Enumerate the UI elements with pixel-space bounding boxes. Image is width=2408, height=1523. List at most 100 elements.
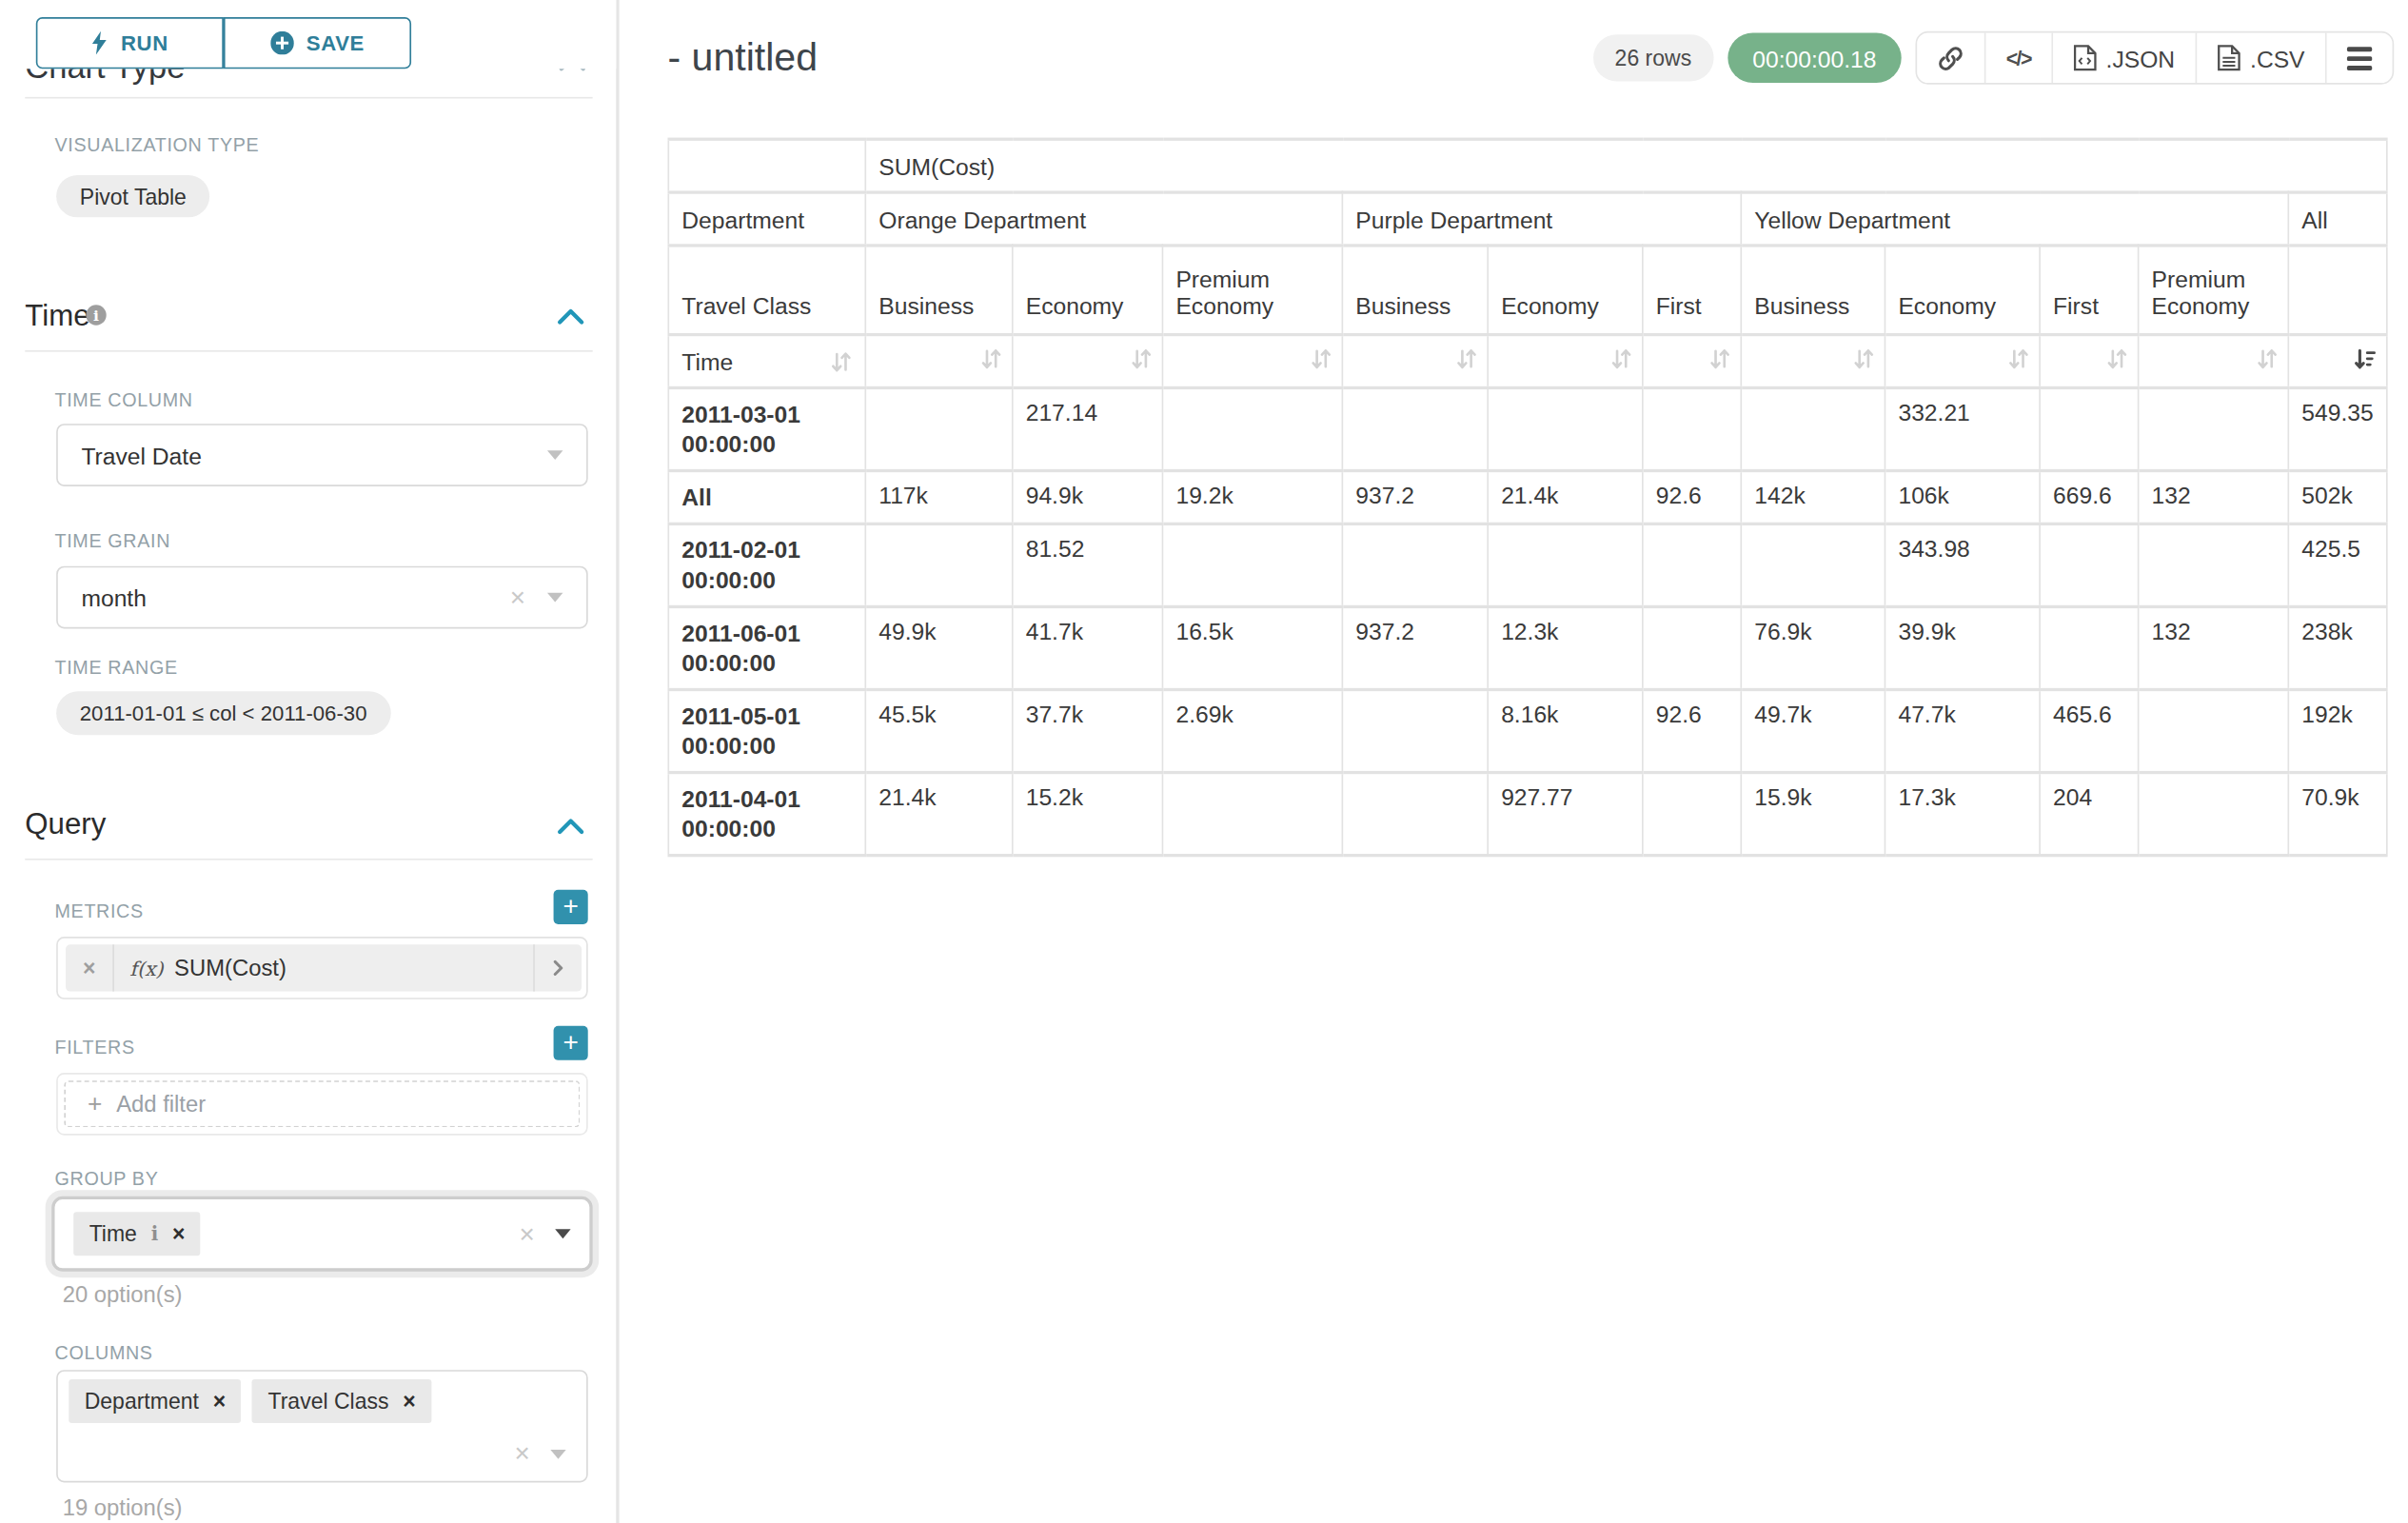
- time-collapse-chevron-icon[interactable]: [557, 308, 585, 326]
- remove-tag-icon[interactable]: ×: [213, 1389, 226, 1414]
- pivot-col-group-header: Yellow Department: [1741, 192, 2288, 246]
- pivot-value-cell: 12.3k: [1488, 606, 1643, 689]
- pivot-value-cell: 549.35: [2288, 387, 2387, 470]
- columns-tag-travel-class[interactable]: Travel Class ×: [252, 1379, 431, 1423]
- pivot-sort-cell: [1741, 335, 1885, 388]
- add-metric-button[interactable]: +: [554, 890, 588, 924]
- pivot-row-label: 2011-06-01 00:00:00: [668, 606, 865, 689]
- sort-icon[interactable]: [1709, 347, 1731, 371]
- pivot-value-cell: 669.6: [2040, 470, 2139, 524]
- remove-metric-icon[interactable]: ×: [66, 944, 112, 991]
- time-grain-select[interactable]: month ×: [56, 566, 588, 629]
- pivot-sort-cell: [2139, 335, 2289, 388]
- sort-icon[interactable]: [1311, 347, 1332, 371]
- pivot-row-dim-header: Department: [668, 192, 865, 246]
- sort-icon[interactable]: [1455, 347, 1477, 371]
- pivot-value-cell: 17.3k: [1885, 773, 2040, 856]
- export-csv-button[interactable]: .CSV: [2196, 32, 2325, 83]
- pivot-col-group-header: All: [2288, 192, 2387, 246]
- pivot-col-group-header: Orange Department: [865, 192, 1342, 246]
- pivot-col-header: Economy: [1885, 246, 2040, 335]
- pivot-data-row: 2011-06-01 00:00:0049.9k41.7k16.5k937.21…: [668, 606, 2386, 689]
- clear-icon[interactable]: ×: [520, 1220, 535, 1247]
- pivot-metric-header: SUM(Cost): [865, 139, 2386, 192]
- pivot-value-cell: [1488, 524, 1643, 606]
- clear-icon[interactable]: ×: [515, 1440, 530, 1467]
- sort-icon[interactable]: [1131, 347, 1153, 371]
- menu-button[interactable]: [2325, 32, 2393, 83]
- pivot-value-cell: 49.7k: [1741, 689, 1885, 772]
- columns-label: COLUMNS: [54, 1342, 152, 1364]
- sort-icon[interactable]: [2106, 347, 2128, 371]
- pivot-sort-cell: [865, 335, 1012, 388]
- pivot-corner-cell: [668, 139, 865, 192]
- visualization-type-value[interactable]: Pivot Table: [56, 175, 209, 217]
- pivot-row-axis-cell: Time: [668, 335, 865, 388]
- pivot-col-header: Economy: [1013, 246, 1163, 335]
- pivot-sort-cell: [1643, 335, 1741, 388]
- pivot-col-header: Premium Economy: [2139, 246, 2289, 335]
- group-by-select[interactable]: Time i × ×: [51, 1197, 592, 1272]
- pivot-sort-cell: [1488, 335, 1643, 388]
- pivot-col-header: First: [1643, 246, 1741, 335]
- sort-icon[interactable]: [1610, 347, 1632, 371]
- sort-desc-icon[interactable]: [2353, 347, 2377, 371]
- remove-tag-icon[interactable]: ×: [403, 1389, 415, 1414]
- sort-icon[interactable]: [830, 349, 852, 373]
- group-by-label: GROUP BY: [54, 1168, 158, 1190]
- pivot-value-cell: 37.7k: [1013, 689, 1163, 772]
- pivot-value-cell: [2040, 606, 2139, 689]
- pivot-row-dim-subheader: Travel Class: [668, 246, 865, 335]
- divider: [25, 350, 592, 352]
- time-range-value[interactable]: 2011-01-01 ≤ col < 2011-06-30: [56, 691, 390, 735]
- group-by-tag-time[interactable]: Time i ×: [73, 1212, 201, 1256]
- pivot-value-cell: 92.6: [1643, 689, 1741, 772]
- pivot-sort-cell: [1162, 335, 1342, 388]
- chevron-down-icon: [550, 1449, 565, 1458]
- pivot-value-cell: 41.7k: [1013, 606, 1163, 689]
- file-text-icon: [2218, 44, 2241, 72]
- pivot-row-label: 2011-04-01 00:00:00: [668, 773, 865, 856]
- embed-code-button[interactable]: </>: [1984, 32, 2051, 83]
- add-filter-dropzone[interactable]: + Add filter: [64, 1080, 580, 1127]
- pivot-value-cell: 15.2k: [1013, 773, 1163, 856]
- time-column-select[interactable]: Travel Date: [56, 424, 588, 486]
- columns-select[interactable]: Department × Travel Class × ×: [56, 1370, 588, 1482]
- pivot-value-cell: [1342, 387, 1488, 470]
- export-button-group: </> .JSON .CSV: [1915, 31, 2394, 85]
- sort-icon[interactable]: [1853, 347, 1875, 371]
- pivot-value-cell: [2040, 387, 2139, 470]
- group-by-options-hint: 20 option(s): [63, 1282, 183, 1307]
- chart-title[interactable]: - untitled: [667, 34, 818, 80]
- add-filter-button[interactable]: +: [554, 1026, 588, 1060]
- export-json-button[interactable]: .JSON: [2051, 32, 2195, 83]
- save-button[interactable]: SAVE: [224, 17, 411, 69]
- share-link-button[interactable]: [1917, 32, 1984, 83]
- filter-box: + Add filter: [56, 1073, 588, 1136]
- chevron-down-icon: [547, 450, 563, 460]
- pivot-value-cell: [1162, 524, 1342, 606]
- pivot-col-header: Business: [1741, 246, 1885, 335]
- sort-icon[interactable]: [2007, 347, 2029, 371]
- metric-pill[interactable]: × f(x) SUM(Cost): [66, 944, 582, 991]
- expand-metric-icon[interactable]: [535, 944, 582, 991]
- visualization-type-label: VISUALIZATION TYPE: [54, 134, 259, 156]
- code-icon: </>: [2006, 46, 2031, 69]
- pivot-value-cell: 106k: [1885, 470, 2040, 524]
- pivot-value-cell: 343.98: [1885, 524, 2040, 606]
- columns-tag-department[interactable]: Department ×: [69, 1379, 241, 1423]
- pivot-value-cell: 217.14: [1013, 387, 1163, 470]
- pivot-value-cell: 142k: [1741, 470, 1885, 524]
- plus-icon: +: [88, 1090, 102, 1118]
- pivot-value-cell: 204: [2040, 773, 2139, 856]
- sort-icon[interactable]: [2257, 347, 2279, 371]
- pivot-col-header: [2288, 246, 2387, 335]
- sort-icon[interactable]: [980, 347, 1002, 371]
- query-collapse-chevron-icon[interactable]: [557, 818, 585, 835]
- remove-tag-icon[interactable]: ×: [172, 1221, 185, 1246]
- run-button[interactable]: RUN: [36, 17, 224, 69]
- pivot-value-cell: 76.9k: [1741, 606, 1885, 689]
- pivot-value-cell: [1162, 387, 1342, 470]
- clear-icon[interactable]: ×: [510, 584, 525, 611]
- pivot-value-cell: [2139, 689, 2289, 772]
